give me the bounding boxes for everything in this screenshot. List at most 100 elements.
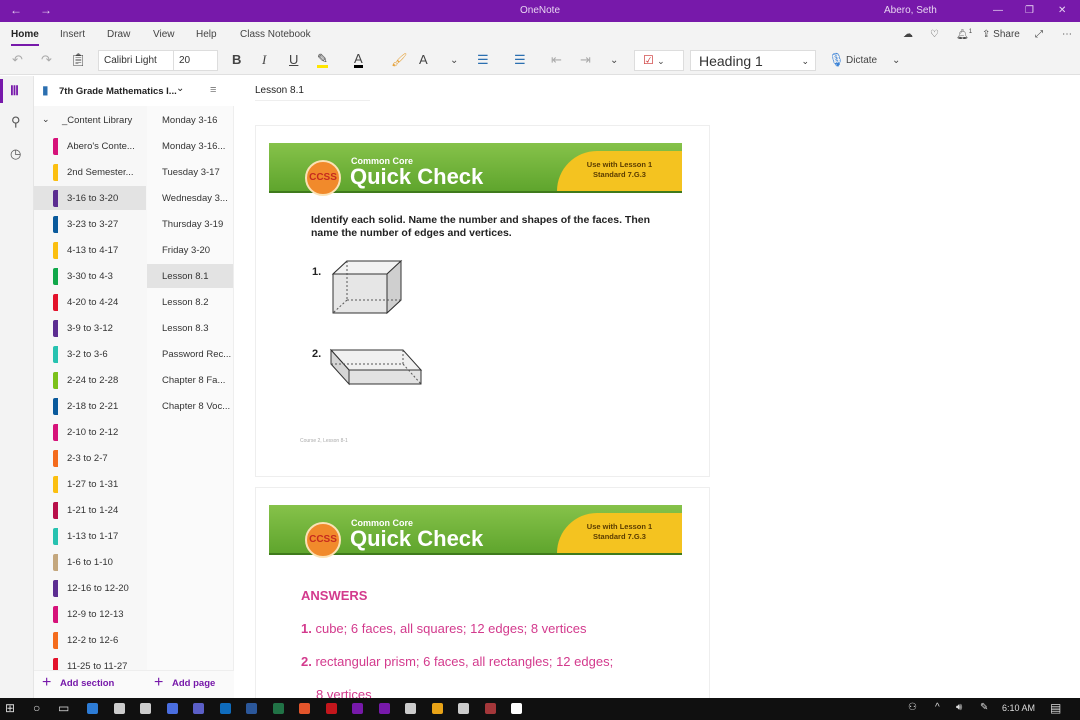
people-icon[interactable]: ⚇ [908, 702, 917, 713]
taskbar-app-icon[interactable] [431, 703, 443, 714]
section-item[interactable]: 2-3 to 2-7 [34, 446, 146, 470]
add-page-button[interactable]: Add page [172, 678, 215, 689]
section-group[interactable]: ⌄ _Content Library [34, 108, 146, 132]
sync-icon[interactable]: ☁ [903, 29, 913, 40]
chevron-down-icon[interactable]: ⌄ [450, 55, 458, 66]
page-item[interactable]: Thursday 3-19 [147, 212, 233, 236]
indent-icon[interactable]: ⇥ [580, 52, 591, 68]
taskbar-app-icon[interactable] [352, 703, 363, 714]
task-view-icon[interactable]: ▭ [58, 701, 69, 715]
tab-view[interactable]: View [153, 29, 175, 40]
taskbar-app-icon[interactable] [378, 703, 390, 714]
section-item[interactable]: 2-18 to 2-21 [34, 394, 146, 418]
taskbar-app-icon[interactable] [219, 703, 231, 714]
page-item[interactable]: Chapter 8 Voc... [147, 394, 233, 418]
add-section-button[interactable]: Add section [60, 678, 114, 689]
taskbar-app-icon[interactable] [511, 703, 522, 714]
question-card[interactable]: CCSS Common Core Quick Check Use with Le… [255, 125, 710, 477]
italic-button[interactable]: I [262, 52, 266, 68]
chevron-down-icon[interactable]: ⌄ [610, 55, 618, 66]
section-item[interactable]: 2-10 to 2-12 [34, 420, 146, 444]
page-item[interactable]: Monday 3-16... [147, 134, 233, 158]
numbering-icon[interactable]: ☰ [514, 52, 526, 68]
section-item[interactable]: 2nd Semester... [34, 160, 146, 184]
answers-card[interactable]: CCSS Common Core Quick Check Use with Le… [255, 487, 710, 717]
page-item[interactable]: Lesson 8.1 [147, 264, 233, 288]
clock[interactable]: 6:10 AM [1002, 703, 1035, 713]
taskbar-app-icon[interactable] [113, 703, 125, 714]
page-item[interactable]: Monday 3-16 [147, 108, 233, 132]
format-painter-icon[interactable]: 🖌︎ [391, 52, 408, 68]
style-dropdown[interactable]: Heading 1 ⌄ [690, 50, 816, 71]
minimize-button[interactable]: — [993, 5, 1003, 16]
taskbar-app-icon[interactable] [246, 703, 257, 714]
section-item[interactable]: 12-2 to 12-6 [34, 628, 146, 652]
section-item[interactable]: 1-21 to 1-24 [34, 498, 146, 522]
microphone-icon[interactable]: 🎙︎ [828, 52, 845, 68]
more-icon[interactable]: ⋯ [1062, 29, 1072, 40]
expand-icon[interactable]: ⤢ [1035, 29, 1043, 40]
chevron-up-icon[interactable]: ^ [935, 702, 940, 713]
undo-icon[interactable]: ↶ [12, 52, 23, 68]
section-item[interactable]: 4-20 to 4-24 [34, 290, 146, 314]
page-item[interactable]: Lesson 8.3 [147, 316, 233, 340]
section-item[interactable]: 3-16 to 3-20 [34, 186, 146, 210]
notifications-icon[interactable]: ▤ [1050, 701, 1061, 715]
notebooks-icon[interactable]: Ⅲ [10, 83, 19, 99]
taskbar-app-icon[interactable] [299, 703, 310, 714]
section-item[interactable]: 2-24 to 2-28 [34, 368, 146, 392]
pen-icon[interactable]: ✎ [980, 702, 988, 713]
page-item[interactable]: Password Rec... [147, 342, 233, 366]
section-item[interactable]: 3-9 to 3-12 [34, 316, 146, 340]
sort-icon[interactable]: ≡ [210, 84, 216, 96]
taskbar-app-icon[interactable] [405, 703, 416, 714]
section-item[interactable]: 1-6 to 1-10 [34, 550, 146, 574]
section-item[interactable]: 1-13 to 1-17 [34, 524, 146, 548]
dictate-button[interactable]: Dictate [846, 55, 877, 66]
section-item[interactable]: 3-30 to 4-3 [34, 264, 146, 288]
section-item[interactable]: 1-27 to 1-31 [34, 472, 146, 496]
back-button[interactable]: ← [10, 3, 22, 17]
highlight-icon[interactable]: ✎ [317, 52, 328, 68]
underline-button[interactable]: U [289, 52, 298, 67]
outdent-icon[interactable]: ⇤ [551, 52, 562, 68]
section-item[interactable]: Abero's Conte... [34, 134, 146, 158]
taskbar-app-icon[interactable] [193, 703, 204, 714]
redo-icon[interactable]: ↷ [41, 52, 52, 68]
volume-icon[interactable]: 🔊︎ [956, 702, 962, 713]
tab-home[interactable]: Home [11, 29, 39, 46]
page-item[interactable]: Tuesday 3-17 [147, 160, 233, 184]
notebook-header[interactable]: ▮ 7th Grade Mathematics I... ⌄ ≡ [34, 76, 234, 106]
search-icon[interactable]: ○ [33, 701, 40, 715]
page-item[interactable]: Wednesday 3... [147, 186, 233, 210]
page-item[interactable]: Lesson 8.2 [147, 290, 233, 314]
tab-class-notebook[interactable]: Class Notebook [240, 29, 311, 40]
tab-insert[interactable]: Insert [60, 29, 85, 40]
close-button[interactable]: ✕ [1058, 5, 1066, 16]
taskbar-app-icon[interactable] [484, 703, 496, 714]
share-button[interactable]: ⇪ Share [982, 29, 1020, 40]
start-icon[interactable]: ⊞ [5, 701, 15, 715]
lightbulb-icon[interactable]: ♡ [930, 29, 939, 40]
taskbar-app-icon[interactable] [272, 703, 284, 714]
font-size-field[interactable]: 20 [173, 50, 218, 71]
taskbar-app-icon[interactable] [325, 703, 337, 714]
section-item[interactable]: 12-16 to 12-20 [34, 576, 146, 600]
section-item[interactable]: 4-13 to 4-17 [34, 238, 146, 262]
taskbar-app-icon[interactable] [166, 703, 178, 714]
bell-icon[interactable]: 🔔︎1 [956, 29, 972, 40]
bold-button[interactable]: B [232, 52, 241, 67]
section-item[interactable]: 12-9 to 12-13 [34, 602, 146, 626]
taskbar-app-icon[interactable] [87, 703, 98, 714]
bullets-icon[interactable]: ☰ [477, 52, 489, 68]
chevron-down-icon[interactable]: ⌄ [892, 55, 900, 66]
page-item[interactable]: Chapter 8 Fa... [147, 368, 233, 392]
taskbar-app-icon[interactable] [140, 703, 151, 714]
recent-icon[interactable]: ◷ [10, 146, 21, 162]
section-item[interactable]: 3-2 to 3-6 [34, 342, 146, 366]
tab-draw[interactable]: Draw [107, 29, 130, 40]
page-item[interactable]: Friday 3-20 [147, 238, 233, 262]
page-title[interactable]: Lesson 8.1 [255, 85, 370, 101]
font-name-field[interactable]: Calibri Light [98, 50, 174, 71]
clear-format-icon[interactable]: A [419, 52, 428, 67]
